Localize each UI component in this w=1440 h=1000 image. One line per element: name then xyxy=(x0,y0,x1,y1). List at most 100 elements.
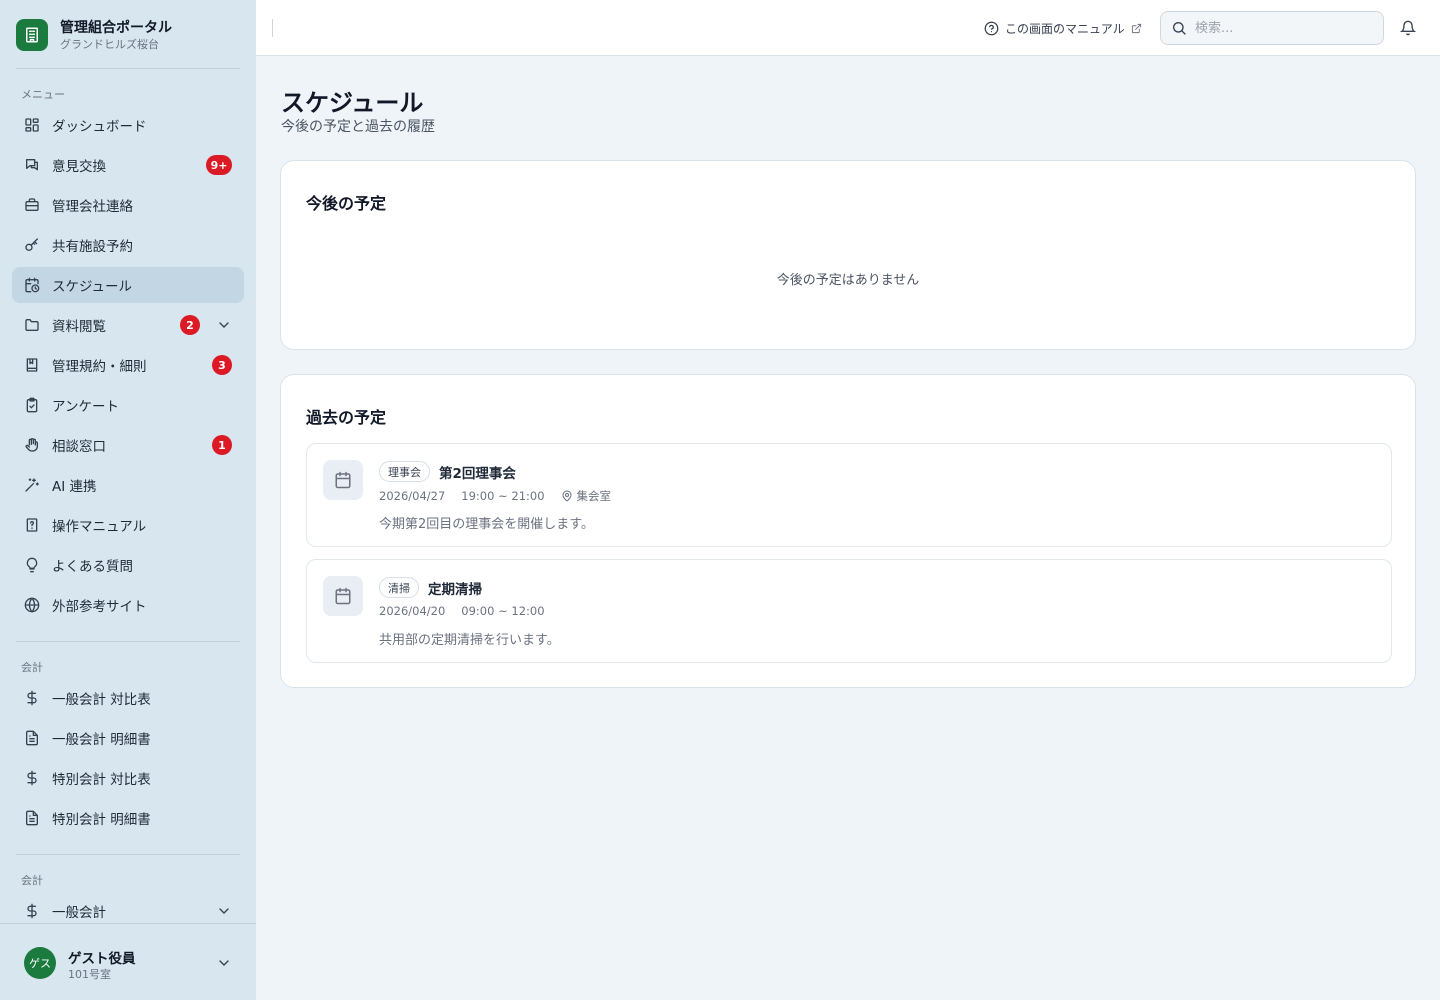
event-time: 09:00 ~ 12:00 xyxy=(461,604,545,618)
header-divider xyxy=(272,19,273,37)
user-name: ゲスト役員 xyxy=(68,951,136,967)
event-location-label: 集会室 xyxy=(576,489,612,503)
dollar-icon xyxy=(24,690,40,706)
search-icon xyxy=(1171,20,1187,36)
sidebar-item-general-comparison[interactable]: 一般会計 対比表 xyxy=(12,680,244,716)
notification-badge: 1 xyxy=(212,435,232,455)
sidebar-item-facility-booking[interactable]: 共有施設予約 xyxy=(12,227,244,263)
event-item[interactable]: 清掃 定期清掃 2026/04/20 09:00 ~ 12:00 共用部の定期清… xyxy=(306,559,1392,663)
brand-title: 管理組合ポータル xyxy=(60,19,172,36)
sidebar: 管理組合ポータル グランドヒルズ桜台 メニュー ダッシュボード 意見交換 9+ … xyxy=(0,0,256,1000)
event-title: 定期清掃 xyxy=(428,581,482,598)
notification-badge: 2 xyxy=(180,315,200,335)
folder-icon xyxy=(24,317,40,333)
brand[interactable]: 管理組合ポータル グランドヒルズ桜台 xyxy=(16,17,240,53)
accounting2-section-label: 会計 xyxy=(21,874,43,887)
accounting-nav: 一般会計 対比表 一般会計 明細書 特別会計 対比表 特別会計 明細書 xyxy=(12,680,244,840)
dollar-icon xyxy=(24,770,40,786)
user-room: 101号室 xyxy=(68,968,111,981)
sidebar-item-documents[interactable]: 資料閲覧 2 xyxy=(12,307,244,343)
sidebar-item-manual[interactable]: 操作マニュアル xyxy=(12,507,244,543)
sidebar-item-label: 管理規約・細則 xyxy=(52,359,147,375)
clipboard-icon xyxy=(24,397,40,413)
sidebar-item-label: 操作マニュアル xyxy=(52,519,147,535)
sidebar-item-label: 特別会計 明細書 xyxy=(52,812,151,828)
sidebar-item-dashboard[interactable]: ダッシュボード xyxy=(12,107,244,143)
upcoming-events-card: 今後の予定 今後の予定はありません xyxy=(280,160,1416,350)
chevron-down-icon[interactable] xyxy=(216,317,232,333)
globe-icon xyxy=(24,597,40,613)
document-icon xyxy=(24,810,40,826)
sidebar-item-bylaws[interactable]: 管理規約・細則 3 xyxy=(12,347,244,383)
hand-icon xyxy=(24,437,40,453)
chevron-down-icon[interactable] xyxy=(216,955,232,971)
screen-manual-label: この画面のマニュアル xyxy=(1005,21,1125,36)
brand-subtitle: グランドヒルズ桜台 xyxy=(60,37,159,51)
page-subtitle: 今後の予定と過去の履歴 xyxy=(281,119,435,135)
empty-state-message: 今後の予定はありません xyxy=(776,273,920,288)
sidebar-item-survey[interactable]: アンケート xyxy=(12,387,244,423)
sidebar-item-external-sites[interactable]: 外部参考サイト xyxy=(12,587,244,623)
sidebar-item-discussion[interactable]: 意見交換 9+ xyxy=(12,147,244,183)
sidebar-item-special-comparison[interactable]: 特別会計 対比表 xyxy=(12,760,244,796)
search-input[interactable] xyxy=(1195,20,1375,36)
event-location: 集会室 xyxy=(561,488,612,504)
sidebar-item-label: 外部参考サイト xyxy=(52,599,147,615)
sidebar-divider xyxy=(16,68,240,69)
sidebar-item-label: 共有施設予約 xyxy=(52,239,133,255)
screen-manual-link[interactable]: この画面のマニュアル xyxy=(984,18,1142,38)
calendar-clock-icon xyxy=(24,277,40,293)
manual-icon xyxy=(24,517,40,533)
sidebar-item-general-statement[interactable]: 一般会計 明細書 xyxy=(12,720,244,756)
document-icon xyxy=(24,730,40,746)
event-item[interactable]: 理事会 第2回理事会 2026/04/27 19:00 ~ 21:00 集会室 … xyxy=(306,443,1392,547)
user-menu[interactable]: ゲス ゲスト役員 101号室 xyxy=(0,923,256,1000)
event-date: 2026/04/27 xyxy=(379,489,446,503)
chat-icon xyxy=(24,157,40,173)
notification-badge: 9+ xyxy=(206,155,232,175)
sidebar-item-special-statement[interactable]: 特別会計 明細書 xyxy=(12,800,244,836)
event-date: 2026/04/20 xyxy=(379,604,446,618)
dollar-icon xyxy=(24,903,40,919)
main-nav: ダッシュボード 意見交換 9+ 管理会社連絡 共有施設予約 スケジュール 資料閲… xyxy=(12,107,244,627)
sidebar-item-label: 資料閲覧 xyxy=(52,319,106,335)
sparkle-wand-icon xyxy=(24,477,40,493)
sidebar-item-label: アンケート xyxy=(52,399,119,415)
help-circle-icon xyxy=(984,21,999,36)
past-events-card: 過去の予定 理事会 第2回理事会 2026/04/27 19:00 ~ 21:0… xyxy=(280,374,1416,688)
sidebar-item-label: ダッシュボード xyxy=(52,119,147,135)
sidebar-item-schedule[interactable]: スケジュール xyxy=(12,267,244,303)
event-category-tag: 清掃 xyxy=(379,577,419,598)
sidebar-item-management-contact[interactable]: 管理会社連絡 xyxy=(12,187,244,223)
page-title: スケジュール xyxy=(281,89,424,117)
notification-badge: 3 xyxy=(212,355,232,375)
sidebar-divider xyxy=(16,854,240,855)
sidebar-item-consultation[interactable]: 相談窓口 1 xyxy=(12,427,244,463)
calendar-icon xyxy=(323,460,363,500)
event-category-tag: 理事会 xyxy=(379,461,430,482)
past-events-title: 過去の予定 xyxy=(306,408,387,427)
top-header: この画面のマニュアル xyxy=(256,0,1440,56)
calendar-icon xyxy=(323,576,363,616)
sidebar-item-label: 管理会社連絡 xyxy=(52,199,133,215)
search-box xyxy=(1160,11,1384,45)
event-description: 共用部の定期清掃を行います。 xyxy=(379,633,560,648)
book-icon xyxy=(24,357,40,373)
event-time: 19:00 ~ 21:00 xyxy=(461,489,545,503)
sidebar-item-label: スケジュール xyxy=(52,279,133,295)
chevron-down-icon[interactable] xyxy=(216,903,232,919)
dashboard-icon xyxy=(24,117,40,133)
event-title: 第2回理事会 xyxy=(439,465,516,482)
map-pin-icon xyxy=(562,490,572,502)
bell-icon[interactable] xyxy=(1400,20,1416,36)
upcoming-events-title: 今後の予定 xyxy=(306,194,387,213)
building-icon xyxy=(16,19,48,51)
external-link-icon xyxy=(1131,23,1142,34)
lightbulb-icon xyxy=(24,557,40,573)
sidebar-item-faq[interactable]: よくある質問 xyxy=(12,547,244,583)
sidebar-item-ai[interactable]: AI 連携 xyxy=(12,467,244,503)
event-description: 今期第2回目の理事会を開催します。 xyxy=(379,517,594,532)
menu-section-label: メニュー xyxy=(21,88,65,101)
sidebar-item-label: 一般会計 対比表 xyxy=(52,692,151,708)
accounting-section-label: 会計 xyxy=(21,661,43,674)
